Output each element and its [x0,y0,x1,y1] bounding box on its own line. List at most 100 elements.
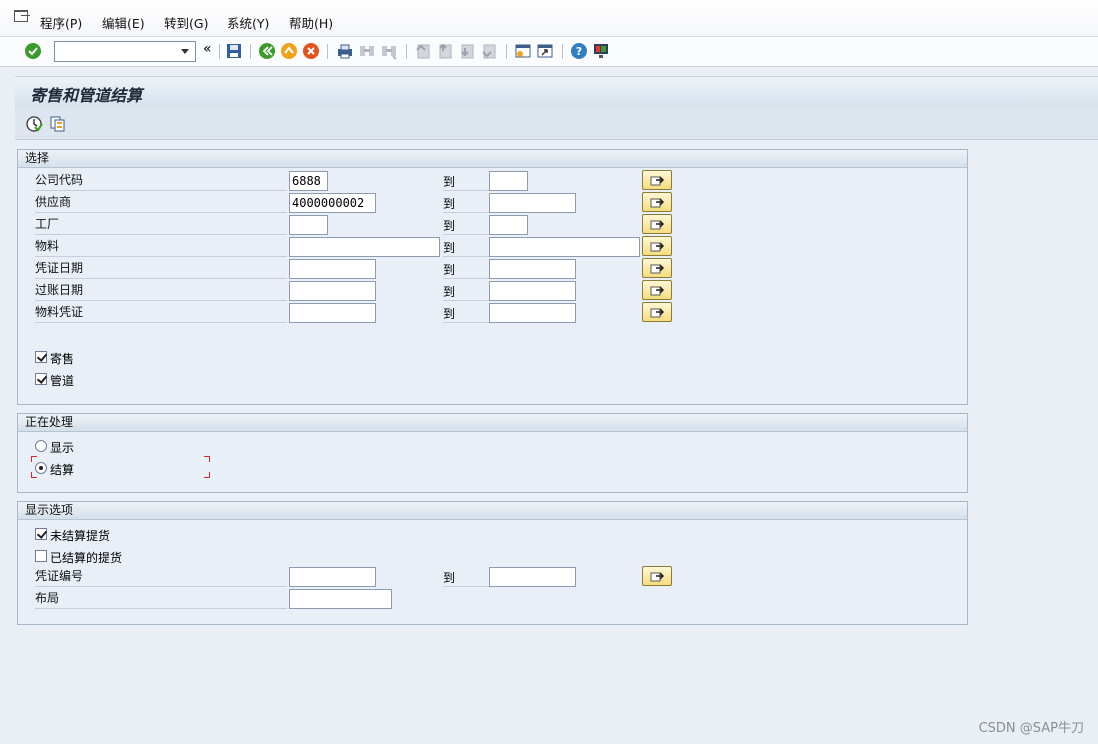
display-radio-button[interactable] [35,440,47,452]
vendor-label: 供应商 [35,193,287,213]
plant-label: 工厂 [35,215,287,235]
separator [406,44,407,59]
separator [506,44,507,59]
consignment-checkbox-box[interactable] [35,351,47,363]
to-label: 到 [443,215,490,235]
separator [250,44,251,59]
page-title: 寄售和管道结算 [30,86,143,105]
command-field[interactable] [54,41,196,62]
focus-bracket [204,456,210,462]
vendor-multiple-selection-button[interactable] [642,192,672,212]
separator [562,44,563,59]
find-next-icon[interactable] [380,42,398,60]
material-document-label: 物料凭证 [35,303,287,323]
posting-date-label: 过账日期 [35,281,287,301]
vendor-to-field[interactable] [489,193,576,213]
material-label: 物料 [35,237,287,257]
settled-withdrawals-checkbox-box[interactable] [35,550,47,562]
posting-date-to-field[interactable] [489,281,576,301]
to-label: 到 [443,171,490,191]
svg-text:?: ? [576,45,582,58]
next-page-icon[interactable] [458,42,476,60]
processing-group: 正在处理 显示 结算 [17,413,968,493]
back-icon[interactable] [258,42,276,60]
posting-date-from-field[interactable] [289,281,376,301]
application-toolbar [15,107,1098,140]
document-date-to-field[interactable] [489,259,576,279]
enter-icon[interactable] [24,42,42,60]
selection-group-header: 选择 [18,150,967,168]
display-options-group-header: 显示选项 [18,502,967,520]
material-document-to-field[interactable] [489,303,576,323]
shortcut-icon[interactable] [536,42,554,60]
watermark: CSDN @SAP牛刀 [978,721,1084,736]
material-from-field[interactable] [289,237,440,257]
menu-help[interactable]: 帮助(H) [289,13,333,32]
print-icon[interactable] [336,42,354,60]
get-variant-icon[interactable] [49,115,67,133]
settle-radio-label: 结算 [50,463,75,477]
material-multiple-selection-button[interactable] [642,236,672,256]
menu-bar: 程序(P) 编辑(E) 转到(G) 系统(Y) 帮助(H) [0,0,1098,37]
to-label: 到 [443,567,490,587]
material-document-multiple-selection-button[interactable] [642,302,672,322]
consignment-checkbox-label: 寄售 [50,352,75,366]
command-dropdown-icon[interactable] [181,49,189,54]
separator [219,44,220,59]
separator [327,44,328,59]
company-code-from-field[interactable]: 6888 [289,171,328,191]
plant-multiple-selection-button[interactable] [642,214,672,234]
find-icon[interactable] [358,42,376,60]
execute-icon[interactable] [25,115,43,133]
customize-layout-icon[interactable] [592,42,610,60]
exit-icon[interactable] [280,42,298,60]
focus-bracket [31,472,37,478]
system-menu-icon[interactable] [14,10,30,22]
vendor-from-field[interactable]: 4000000002 [289,193,376,213]
document-number-multiple-selection-button[interactable] [642,566,672,586]
save-icon[interactable] [225,42,243,60]
to-label: 到 [443,303,490,323]
processing-group-header: 正在处理 [18,414,967,432]
layout-label: 布局 [35,589,287,609]
document-date-from-field[interactable] [289,259,376,279]
to-label: 到 [443,237,490,257]
unsettled-withdrawals-label: 未结算提货 [50,529,111,543]
display-options-group: 显示选项 未结算提货 已结算的提货 凭证编号 到 布局 [17,501,968,625]
to-label: 到 [443,193,490,213]
menu-system[interactable]: 系统(Y) [227,13,269,32]
document-number-from-field[interactable] [289,567,376,587]
standard-toolbar: « ? [0,37,1098,67]
pipeline-checkbox-box[interactable] [35,373,47,385]
company-code-label: 公司代码 [35,171,287,191]
create-session-icon[interactable] [514,42,532,60]
to-label: 到 [443,281,490,301]
collapse-icon[interactable]: « [203,41,215,59]
plant-to-field[interactable] [489,215,528,235]
menu-program[interactable]: 程序(P) [40,13,82,32]
screen-title-bar: 寄售和管道结算 [15,76,1098,107]
document-date-multiple-selection-button[interactable] [642,258,672,278]
material-document-from-field[interactable] [289,303,376,323]
layout-field[interactable] [289,589,392,609]
help-icon[interactable]: ? [570,42,588,60]
to-label: 到 [443,259,490,279]
first-page-icon[interactable] [414,42,432,60]
document-number-to-field[interactable] [489,567,576,587]
document-date-label: 凭证日期 [35,259,287,279]
menu-edit[interactable]: 编辑(E) [102,13,145,32]
unsettled-withdrawals-checkbox-box[interactable] [35,528,47,540]
material-to-field[interactable] [489,237,640,257]
pipeline-checkbox-label: 管道 [50,374,75,388]
document-number-label: 凭证编号 [35,567,287,587]
focus-bracket [204,472,210,478]
previous-page-icon[interactable] [436,42,454,60]
plant-from-field[interactable] [289,215,328,235]
company-code-multiple-selection-button[interactable] [642,170,672,190]
posting-date-multiple-selection-button[interactable] [642,280,672,300]
company-code-to-field[interactable] [489,171,528,191]
last-page-icon[interactable] [480,42,498,60]
menu-goto[interactable]: 转到(G) [164,13,208,32]
display-radio-label: 显示 [50,441,75,455]
cancel-icon[interactable] [302,42,320,60]
